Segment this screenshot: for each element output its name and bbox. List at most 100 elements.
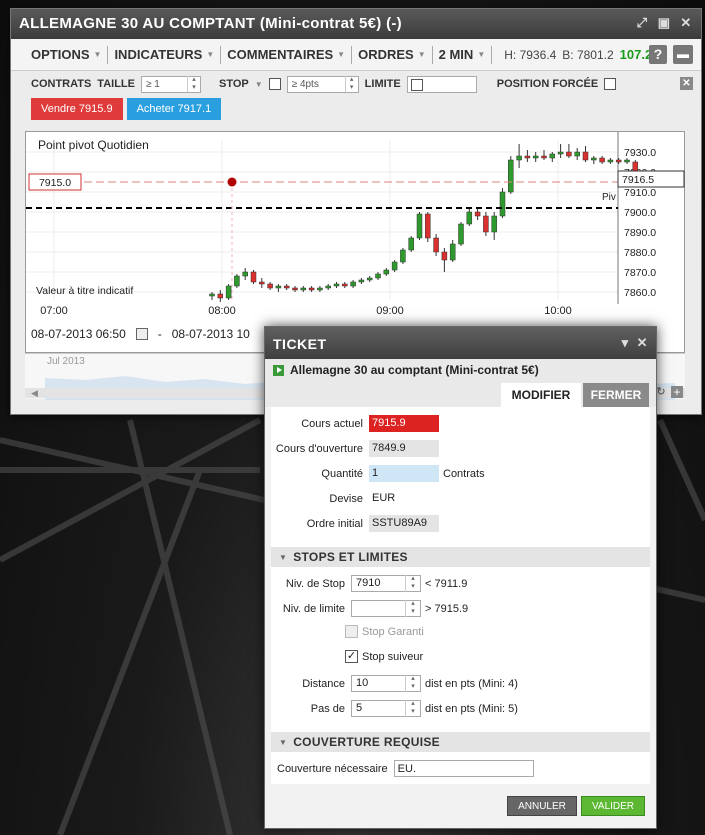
chevron-down-icon: ▼ bbox=[477, 50, 486, 59]
guaranteed-stop-checkbox[interactable] bbox=[345, 625, 358, 638]
candle-body bbox=[582, 151, 589, 161]
candle-body bbox=[358, 279, 365, 283]
trailing-stop-checkbox[interactable]: ✓ bbox=[345, 650, 358, 663]
limit-input[interactable] bbox=[406, 75, 477, 93]
indicators-menu[interactable]: INDICATEURS ▼ bbox=[114, 47, 214, 62]
stop-level-input[interactable]: 7910 bbox=[351, 575, 421, 592]
cancel-button[interactable]: ANNULER bbox=[507, 796, 577, 816]
scroll-left-icon: ◀ bbox=[31, 388, 38, 398]
y-tick-label: 7860.0 bbox=[624, 287, 656, 299]
order-level-label: 7915.0 bbox=[39, 177, 71, 189]
step-label: Pas de bbox=[310, 702, 345, 715]
candle-body bbox=[300, 287, 307, 291]
validate-button[interactable]: VALIDER bbox=[581, 796, 645, 816]
limit-level-input[interactable] bbox=[351, 600, 421, 617]
chat-icon[interactable]: ▬ bbox=[673, 45, 693, 64]
candle-body bbox=[259, 281, 265, 285]
y-tick-label: 7890.0 bbox=[624, 227, 656, 239]
step-input[interactable]: 5 bbox=[351, 700, 421, 717]
orders-menu[interactable]: ORDRES ▼ bbox=[358, 47, 426, 62]
window-title: ALLEMAGNE 30 AU COMPTANT (Mini-contrat 5… bbox=[19, 15, 402, 32]
candle-body bbox=[242, 271, 248, 277]
ticket-titlebar[interactable]: TICKET ▾ ✕ bbox=[265, 327, 656, 359]
size-label: TAILLE bbox=[97, 78, 135, 90]
cover-label: Couverture nécessaire bbox=[277, 762, 388, 775]
candle-body bbox=[234, 275, 240, 287]
chevron-down-icon: ▼ bbox=[206, 50, 215, 59]
guaranteed-stop-label: Stop Garanti bbox=[362, 625, 424, 638]
close-icon[interactable]: ✕ bbox=[637, 335, 648, 351]
chevron-down-icon[interactable]: ▼ bbox=[255, 80, 263, 89]
quantity-unit: Contrats bbox=[443, 467, 485, 480]
candle-body bbox=[375, 273, 381, 279]
window-titlebar[interactable]: ALLEMAGNE 30 AU COMPTANT (Mini-contrat 5… bbox=[11, 9, 701, 39]
high-value: H: 7936.4 bbox=[504, 47, 557, 62]
close-icon[interactable]: ✕ bbox=[679, 16, 693, 30]
limit-label: LIMITE bbox=[364, 78, 401, 90]
candle-body bbox=[400, 249, 406, 263]
tab-close[interactable]: FERMER bbox=[583, 383, 649, 407]
size-input[interactable]: ≥ 1 bbox=[140, 75, 201, 93]
collapse-icon: ▼ bbox=[279, 552, 288, 562]
trailing-stop-label: Stop suiveur bbox=[362, 650, 424, 663]
candle-body bbox=[607, 159, 614, 163]
candle-body bbox=[524, 155, 531, 159]
contracts-label: CONTRATS bbox=[31, 78, 92, 90]
candle-body bbox=[557, 151, 564, 155]
candle-body bbox=[474, 211, 481, 217]
tab-modify[interactable]: MODIFIER bbox=[501, 383, 581, 407]
pivot-label: Piv bbox=[602, 192, 616, 203]
stops-header[interactable]: ▼ STOPS ET LIMITES bbox=[271, 547, 650, 567]
interval-menu[interactable]: 2 MIN ▼ bbox=[439, 47, 486, 62]
candle-body bbox=[615, 159, 622, 163]
forced-position-checkbox[interactable] bbox=[604, 78, 617, 90]
cover-header[interactable]: ▼ COUVERTURE REQUISE bbox=[271, 732, 650, 752]
candle-body bbox=[408, 237, 414, 251]
candle-body bbox=[416, 213, 423, 239]
stop-hint: < 7911.9 bbox=[425, 577, 468, 590]
candle-body bbox=[283, 285, 290, 289]
add-icon[interactable]: + bbox=[671, 386, 683, 398]
detach-icon[interactable]: ▣ bbox=[657, 16, 671, 30]
ticket-tabs: MODIFIER FERMER bbox=[265, 381, 656, 407]
options-menu[interactable]: OPTIONS ▼ bbox=[31, 47, 101, 62]
help-button[interactable]: ? bbox=[649, 45, 667, 64]
chevron-down-icon: ▼ bbox=[337, 50, 346, 59]
comments-menu[interactable]: COMMENTAIRES ▼ bbox=[227, 47, 345, 62]
candle-body bbox=[624, 159, 630, 163]
expand-icon[interactable]: ⤢ bbox=[635, 16, 649, 30]
y-tick-label: 7930.0 bbox=[624, 147, 656, 159]
y-tick-label: 7910.0 bbox=[624, 187, 656, 199]
stop-checkbox[interactable] bbox=[268, 78, 281, 90]
candle-body bbox=[225, 285, 232, 299]
distance-input[interactable]: 10 bbox=[351, 675, 421, 692]
x-tick-label: 07:00 bbox=[40, 305, 68, 317]
candle-body bbox=[499, 191, 506, 217]
calendar-icon[interactable] bbox=[135, 328, 148, 340]
price-chart[interactable]: 07:0008:0009:0010:007930.07920.07910.079… bbox=[25, 131, 685, 353]
candle-body bbox=[217, 293, 224, 299]
limit-hint: > 7915.9 bbox=[425, 602, 469, 615]
minimize-icon[interactable]: ▾ bbox=[622, 335, 629, 351]
candle-body bbox=[366, 277, 373, 281]
candle-body bbox=[317, 287, 323, 291]
candle-body bbox=[383, 269, 390, 275]
order-label: Ordre initial bbox=[306, 517, 363, 530]
close-icon[interactable]: ✕ bbox=[680, 77, 693, 90]
cover-section: Couverture nécessaire EU. bbox=[271, 752, 650, 784]
menu-bar: OPTIONS ▼ INDICATEURS ▼ COMMENTAIRES ▼ ORDR… bbox=[11, 39, 701, 71]
quantity-field[interactable]: 1 bbox=[369, 465, 439, 482]
candlestick-chart: 07:0008:0009:0010:007930.07920.07910.079… bbox=[26, 132, 685, 317]
limit-checkbox[interactable] bbox=[410, 78, 423, 91]
candle-body bbox=[267, 283, 273, 289]
change-value: 107.2 bbox=[619, 47, 653, 62]
candle-body bbox=[325, 285, 331, 289]
stop-input[interactable]: ≥ 4pts bbox=[286, 75, 359, 93]
candle-body bbox=[308, 287, 315, 291]
buy-button[interactable]: Acheter 7917.1 bbox=[126, 98, 222, 120]
x-tick-label: 08:00 bbox=[208, 305, 236, 317]
currency-label: Devise bbox=[329, 492, 363, 505]
quantity-label: Quantité bbox=[321, 467, 363, 480]
sell-button[interactable]: Vendre 7915.9 bbox=[31, 98, 123, 120]
play-icon bbox=[273, 364, 284, 376]
